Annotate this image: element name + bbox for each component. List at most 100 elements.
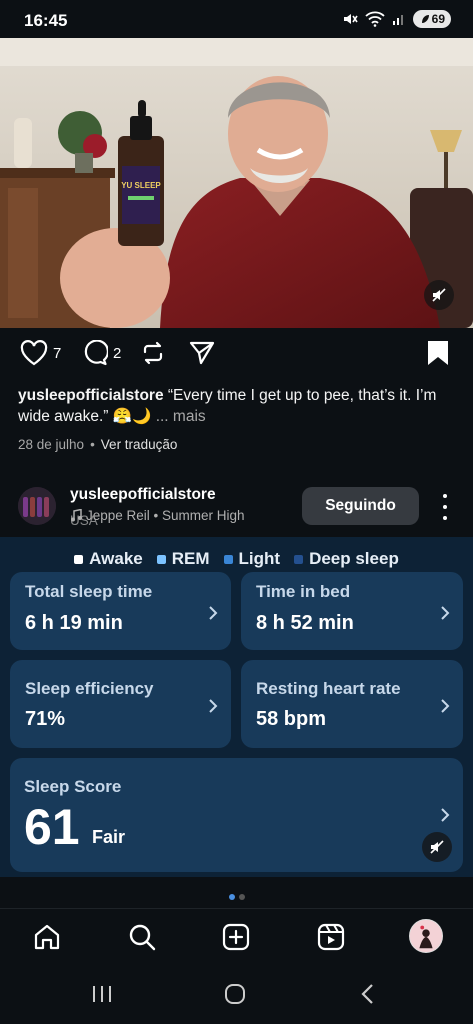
nav-search[interactable] — [126, 921, 158, 953]
system-navigation — [0, 964, 473, 1024]
card-value: 8 h 52 min — [256, 612, 354, 634]
legend-item-deep: Deep sleep — [294, 549, 399, 569]
card-total-sleep-time[interactable]: Total sleep time 6 h 19 min — [10, 572, 231, 650]
post-actions: 7 2 — [0, 340, 473, 374]
speaker-muted-icon — [430, 840, 444, 854]
legend-item-light: Light — [223, 549, 281, 569]
mute-status-icon — [343, 14, 358, 24]
comment-count: 2 — [113, 344, 122, 362]
post-meta: 28 de julho • Ver tradução — [18, 437, 177, 452]
next-post-header: yusleepofficialstore Jeppe Reil • Summer… — [0, 482, 473, 532]
nav-home[interactable] — [31, 921, 63, 953]
media-mute-button[interactable] — [422, 832, 452, 862]
wifi-icon — [365, 11, 385, 27]
profile-avatar-image — [410, 920, 442, 952]
send-icon — [189, 341, 215, 365]
profile-username[interactable]: yusleepofficialstore — [70, 486, 216, 504]
post-date: 28 de julho — [18, 437, 85, 452]
card-value: 71% — [25, 708, 66, 730]
back-chevron-icon — [361, 984, 373, 1004]
carousel-indicator — [0, 894, 473, 900]
caption-more-link[interactable]: ... mais — [156, 408, 206, 425]
post-caption[interactable]: yusleepofficialstore “Every time I get u… — [18, 385, 458, 427]
more-options-icon[interactable] — [436, 494, 454, 520]
card-sleep-score[interactable]: Sleep Score 61 Fair — [10, 758, 463, 872]
card-title: Resting heart rate — [256, 679, 401, 698]
legend-swatch-light — [223, 554, 233, 564]
legend-label-light: Light — [238, 549, 281, 568]
card-value: 58 bpm — [256, 708, 327, 730]
share-button[interactable] — [188, 340, 216, 366]
card-title: Sleep efficiency — [25, 679, 154, 698]
search-icon — [129, 924, 156, 951]
battery-indicator: 69 — [412, 10, 451, 28]
recent-apps-button[interactable] — [89, 982, 115, 1006]
heart-icon — [20, 340, 48, 366]
recent-apps-icon — [93, 986, 111, 1002]
battery-leaf-icon — [421, 15, 429, 23]
card-title: Sleep Score — [24, 777, 122, 796]
repost-button[interactable] — [140, 340, 166, 366]
profile-location: USA — [70, 513, 98, 528]
chevron-right-icon — [441, 808, 450, 822]
post-photo: YU SLEEP — [0, 38, 473, 328]
sleep-score-value: 61 — [24, 799, 80, 855]
avatar[interactable] — [18, 487, 56, 525]
home-circle-icon — [225, 984, 245, 1004]
chevron-right-icon — [209, 699, 218, 713]
audio-title: Jeppe Reil • Summer High — [86, 508, 245, 523]
legend-item-rem: REM — [156, 549, 210, 569]
legend-label-awake: Awake — [89, 549, 143, 568]
avatar-image — [18, 487, 56, 525]
following-button[interactable]: Seguindo — [302, 487, 419, 525]
translate-link[interactable]: Ver tradução — [101, 437, 178, 452]
speaker-muted-icon — [432, 288, 446, 302]
chevron-right-icon — [209, 606, 218, 620]
card-sleep-efficiency[interactable]: Sleep efficiency 71% — [10, 660, 231, 748]
status-bar: 16:45 69 — [0, 0, 473, 38]
post-media[interactable]: YU SLEEP — [0, 38, 473, 328]
sleep-legend: Awake REM Light Deep sleep — [0, 549, 473, 569]
legend-swatch-deep — [294, 554, 304, 564]
back-button[interactable] — [355, 982, 381, 1006]
sleep-score-label: Fair — [92, 827, 126, 847]
card-time-in-bed[interactable]: Time in bed 8 h 52 min — [241, 572, 463, 650]
legend-label-rem: REM — [171, 549, 210, 568]
status-time: 16:45 — [24, 11, 68, 30]
reels-icon — [317, 923, 345, 951]
meta-separator: • — [90, 437, 95, 452]
nav-create[interactable] — [220, 921, 252, 953]
nav-profile-avatar[interactable] — [409, 919, 443, 953]
chevron-right-icon — [441, 699, 450, 713]
comment-icon — [84, 340, 108, 366]
like-count: 7 — [53, 344, 62, 362]
signal-icon — [392, 15, 403, 25]
save-button[interactable] — [426, 340, 450, 366]
chevron-right-icon — [441, 606, 450, 620]
card-resting-heart-rate[interactable]: Resting heart rate 58 bpm — [241, 660, 463, 748]
home-icon — [34, 924, 60, 950]
add-post-icon — [222, 923, 250, 951]
legend-swatch-rem — [156, 554, 166, 564]
legend-swatch-awake — [74, 554, 84, 564]
caption-username[interactable]: yusleepofficialstore — [18, 387, 164, 404]
product-label: YU SLEEP — [121, 181, 161, 190]
like-button[interactable]: 7 — [20, 340, 61, 366]
battery-level: 69 — [431, 12, 445, 26]
sleep-stats-media[interactable]: Awake REM Light Deep sleep Total sleep t… — [0, 537, 473, 877]
pager-dot — [238, 894, 245, 900]
card-title: Time in bed — [256, 582, 351, 601]
status-icons: 69 — [342, 10, 451, 28]
legend-item-awake: Awake — [74, 549, 143, 569]
bottom-navigation — [0, 908, 473, 964]
bookmark-icon — [428, 341, 448, 365]
nav-reels[interactable] — [315, 921, 347, 953]
pager-dot-active — [228, 894, 235, 900]
card-title: Total sleep time — [25, 582, 153, 601]
card-value: 6 h 19 min — [25, 612, 123, 634]
home-system-button[interactable] — [222, 982, 248, 1006]
repost-icon — [143, 341, 163, 365]
comment-button[interactable]: 2 — [80, 340, 121, 366]
media-mute-button[interactable] — [424, 280, 454, 310]
legend-label-deep: Deep sleep — [309, 549, 399, 568]
